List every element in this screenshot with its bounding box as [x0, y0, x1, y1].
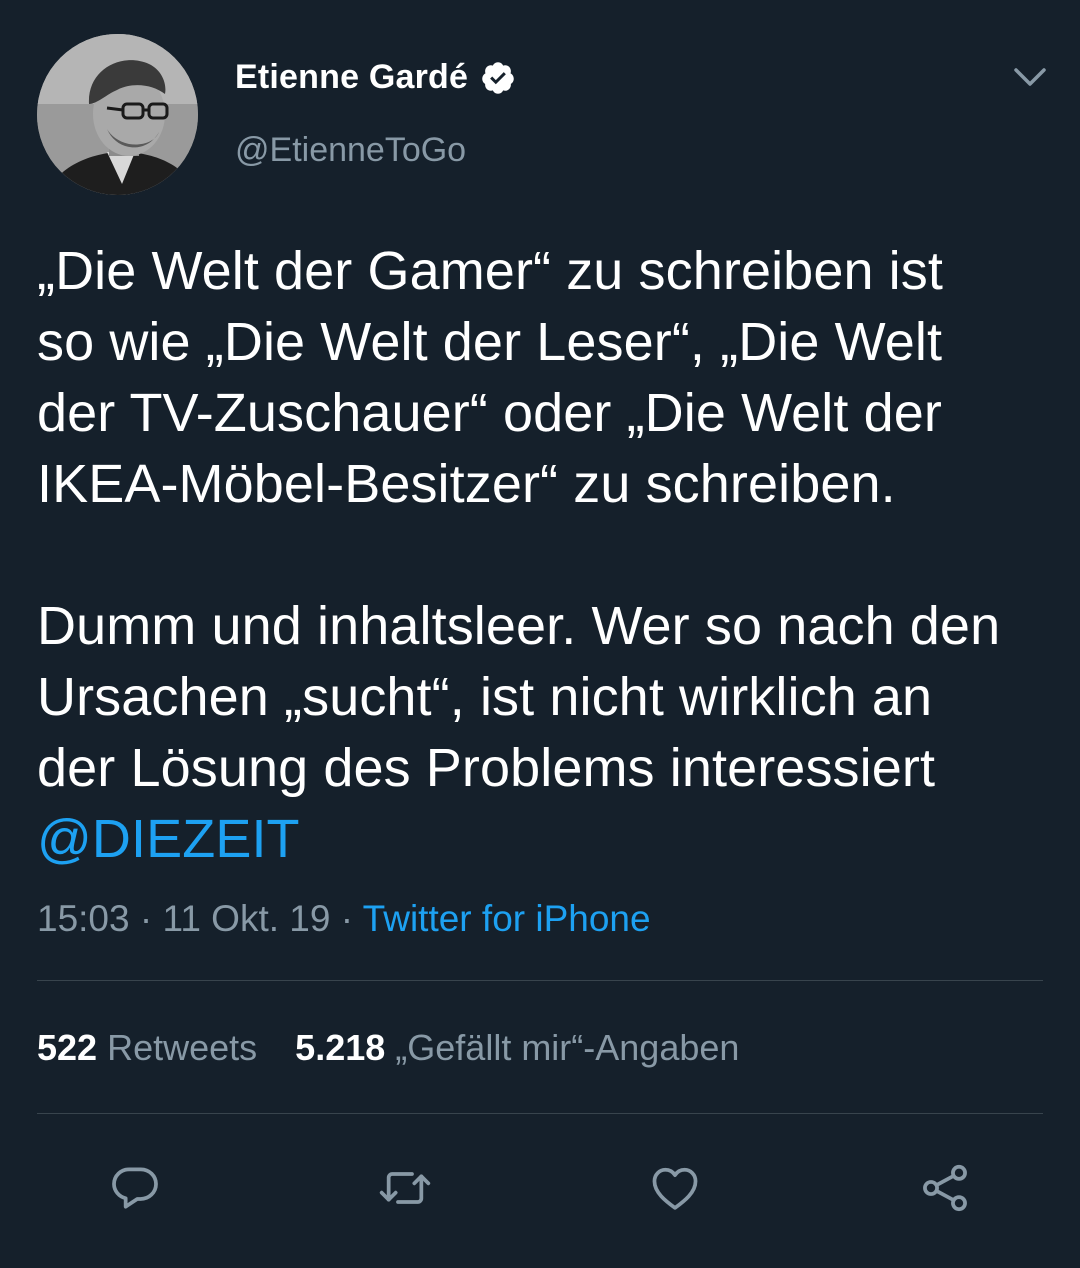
tweet-text-line: „Die Welt der Gamer“ zu schreiben ist: [37, 241, 943, 301]
tweet-text-line: Dumm und inhaltsleer. Wer so nach den: [37, 596, 1001, 656]
verified-badge-icon: [480, 60, 516, 96]
likes-stat[interactable]: 5.218 „Gefällt mir“-Angaben: [295, 1027, 739, 1068]
tweet-text: „Die Welt der Gamer“ zu schreiben ist so…: [37, 236, 1057, 875]
tweet-time: 15:03: [37, 898, 130, 939]
likes-count: 5.218: [295, 1027, 386, 1068]
tweet-text-line: Ursachen „sucht“, ist nicht wirklich an: [37, 667, 933, 727]
tweet-source-link[interactable]: Twitter for iPhone: [363, 898, 651, 939]
reply-icon[interactable]: [107, 1160, 163, 1216]
avatar[interactable]: [37, 34, 198, 195]
author-handle[interactable]: @EtienneToGo: [235, 131, 466, 170]
chevron-down-icon[interactable]: [1010, 60, 1050, 94]
author-name-row[interactable]: Etienne Gardé: [235, 58, 516, 97]
tweet-text-line: IKEA-Möbel-Besitzer“ zu schreiben.: [37, 454, 896, 514]
retweet-icon[interactable]: [377, 1160, 433, 1216]
tweet-date: 11 Okt. 19: [162, 898, 331, 939]
tweet-text-line: der Lösung des Problems interessiert: [37, 738, 936, 798]
retweets-label: Retweets: [107, 1027, 258, 1068]
retweets-count: 522: [37, 1027, 98, 1068]
divider: [37, 980, 1043, 981]
divider: [37, 1113, 1043, 1114]
tweet-stats: 522 Retweets 5.218 „Gefällt mir“-Angaben: [37, 1027, 739, 1069]
tweet-text-line: so wie „Die Welt der Leser“, „Die Welt: [37, 312, 943, 372]
share-icon[interactable]: [917, 1160, 973, 1216]
heart-icon[interactable]: [647, 1160, 703, 1216]
tweet-text-line: der TV-Zuschauer“ oder „Die Welt der: [37, 383, 942, 443]
mention-link[interactable]: @DIEZEIT: [37, 804, 1057, 875]
author-display-name[interactable]: Etienne Gardé: [235, 58, 468, 97]
likes-label: „Gefällt mir“-Angaben: [395, 1027, 740, 1068]
meta-separator: ·: [340, 898, 363, 939]
tweet-meta: 15:03 · 11 Okt. 19 · Twitter for iPhone: [37, 898, 651, 940]
meta-separator: ·: [139, 898, 163, 939]
retweets-stat[interactable]: 522 Retweets: [37, 1027, 257, 1068]
